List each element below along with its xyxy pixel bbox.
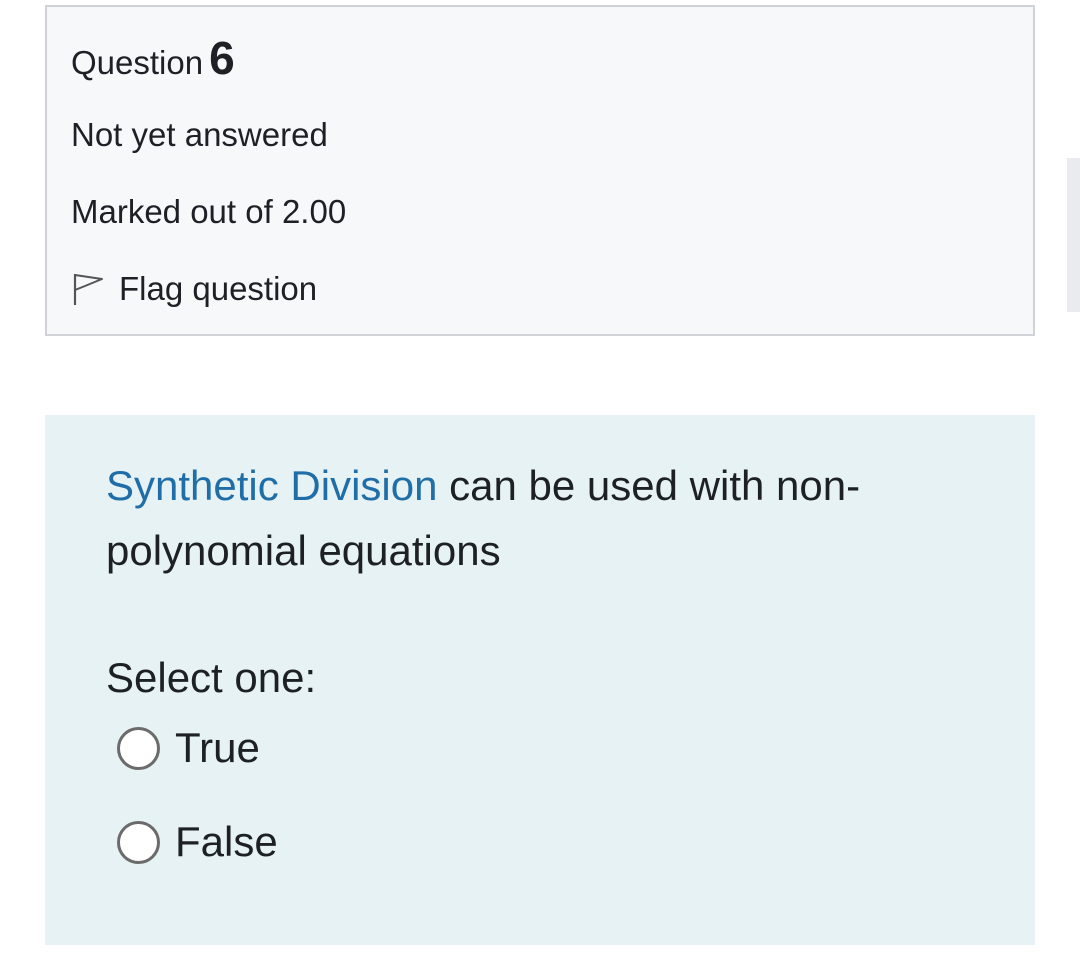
radio-true[interactable] [117,726,160,770]
question-text: Synthetic Division can be used with non-… [106,453,946,583]
option-true-label[interactable]: True [175,723,260,773]
flag-question-label: Flag question [119,270,318,307]
question-grade: Marked out of 2.00 [71,193,347,230]
question-info-panel: Question 6 Not yet answered Marked out of… [45,5,1035,336]
option-true[interactable]: True [117,723,260,773]
option-false-label[interactable]: False [175,817,278,867]
option-false[interactable]: False [117,817,278,867]
answer-prompt: Select one: [106,654,317,701]
glossary-link-synthetic-division[interactable]: Synthetic Division [106,462,437,509]
flag-outline-icon [71,271,105,307]
page-edge-strip [1067,158,1080,312]
flag-question-button[interactable]: Flag question [71,269,317,309]
question-number: 6 [209,32,235,84]
radio-false[interactable] [117,820,160,864]
question-content-panel: Synthetic Division can be used with non-… [45,415,1035,945]
question-heading-label: Question [71,44,204,81]
question-state: Not yet answered [71,116,328,153]
question-heading: Question 6 [71,35,235,81]
